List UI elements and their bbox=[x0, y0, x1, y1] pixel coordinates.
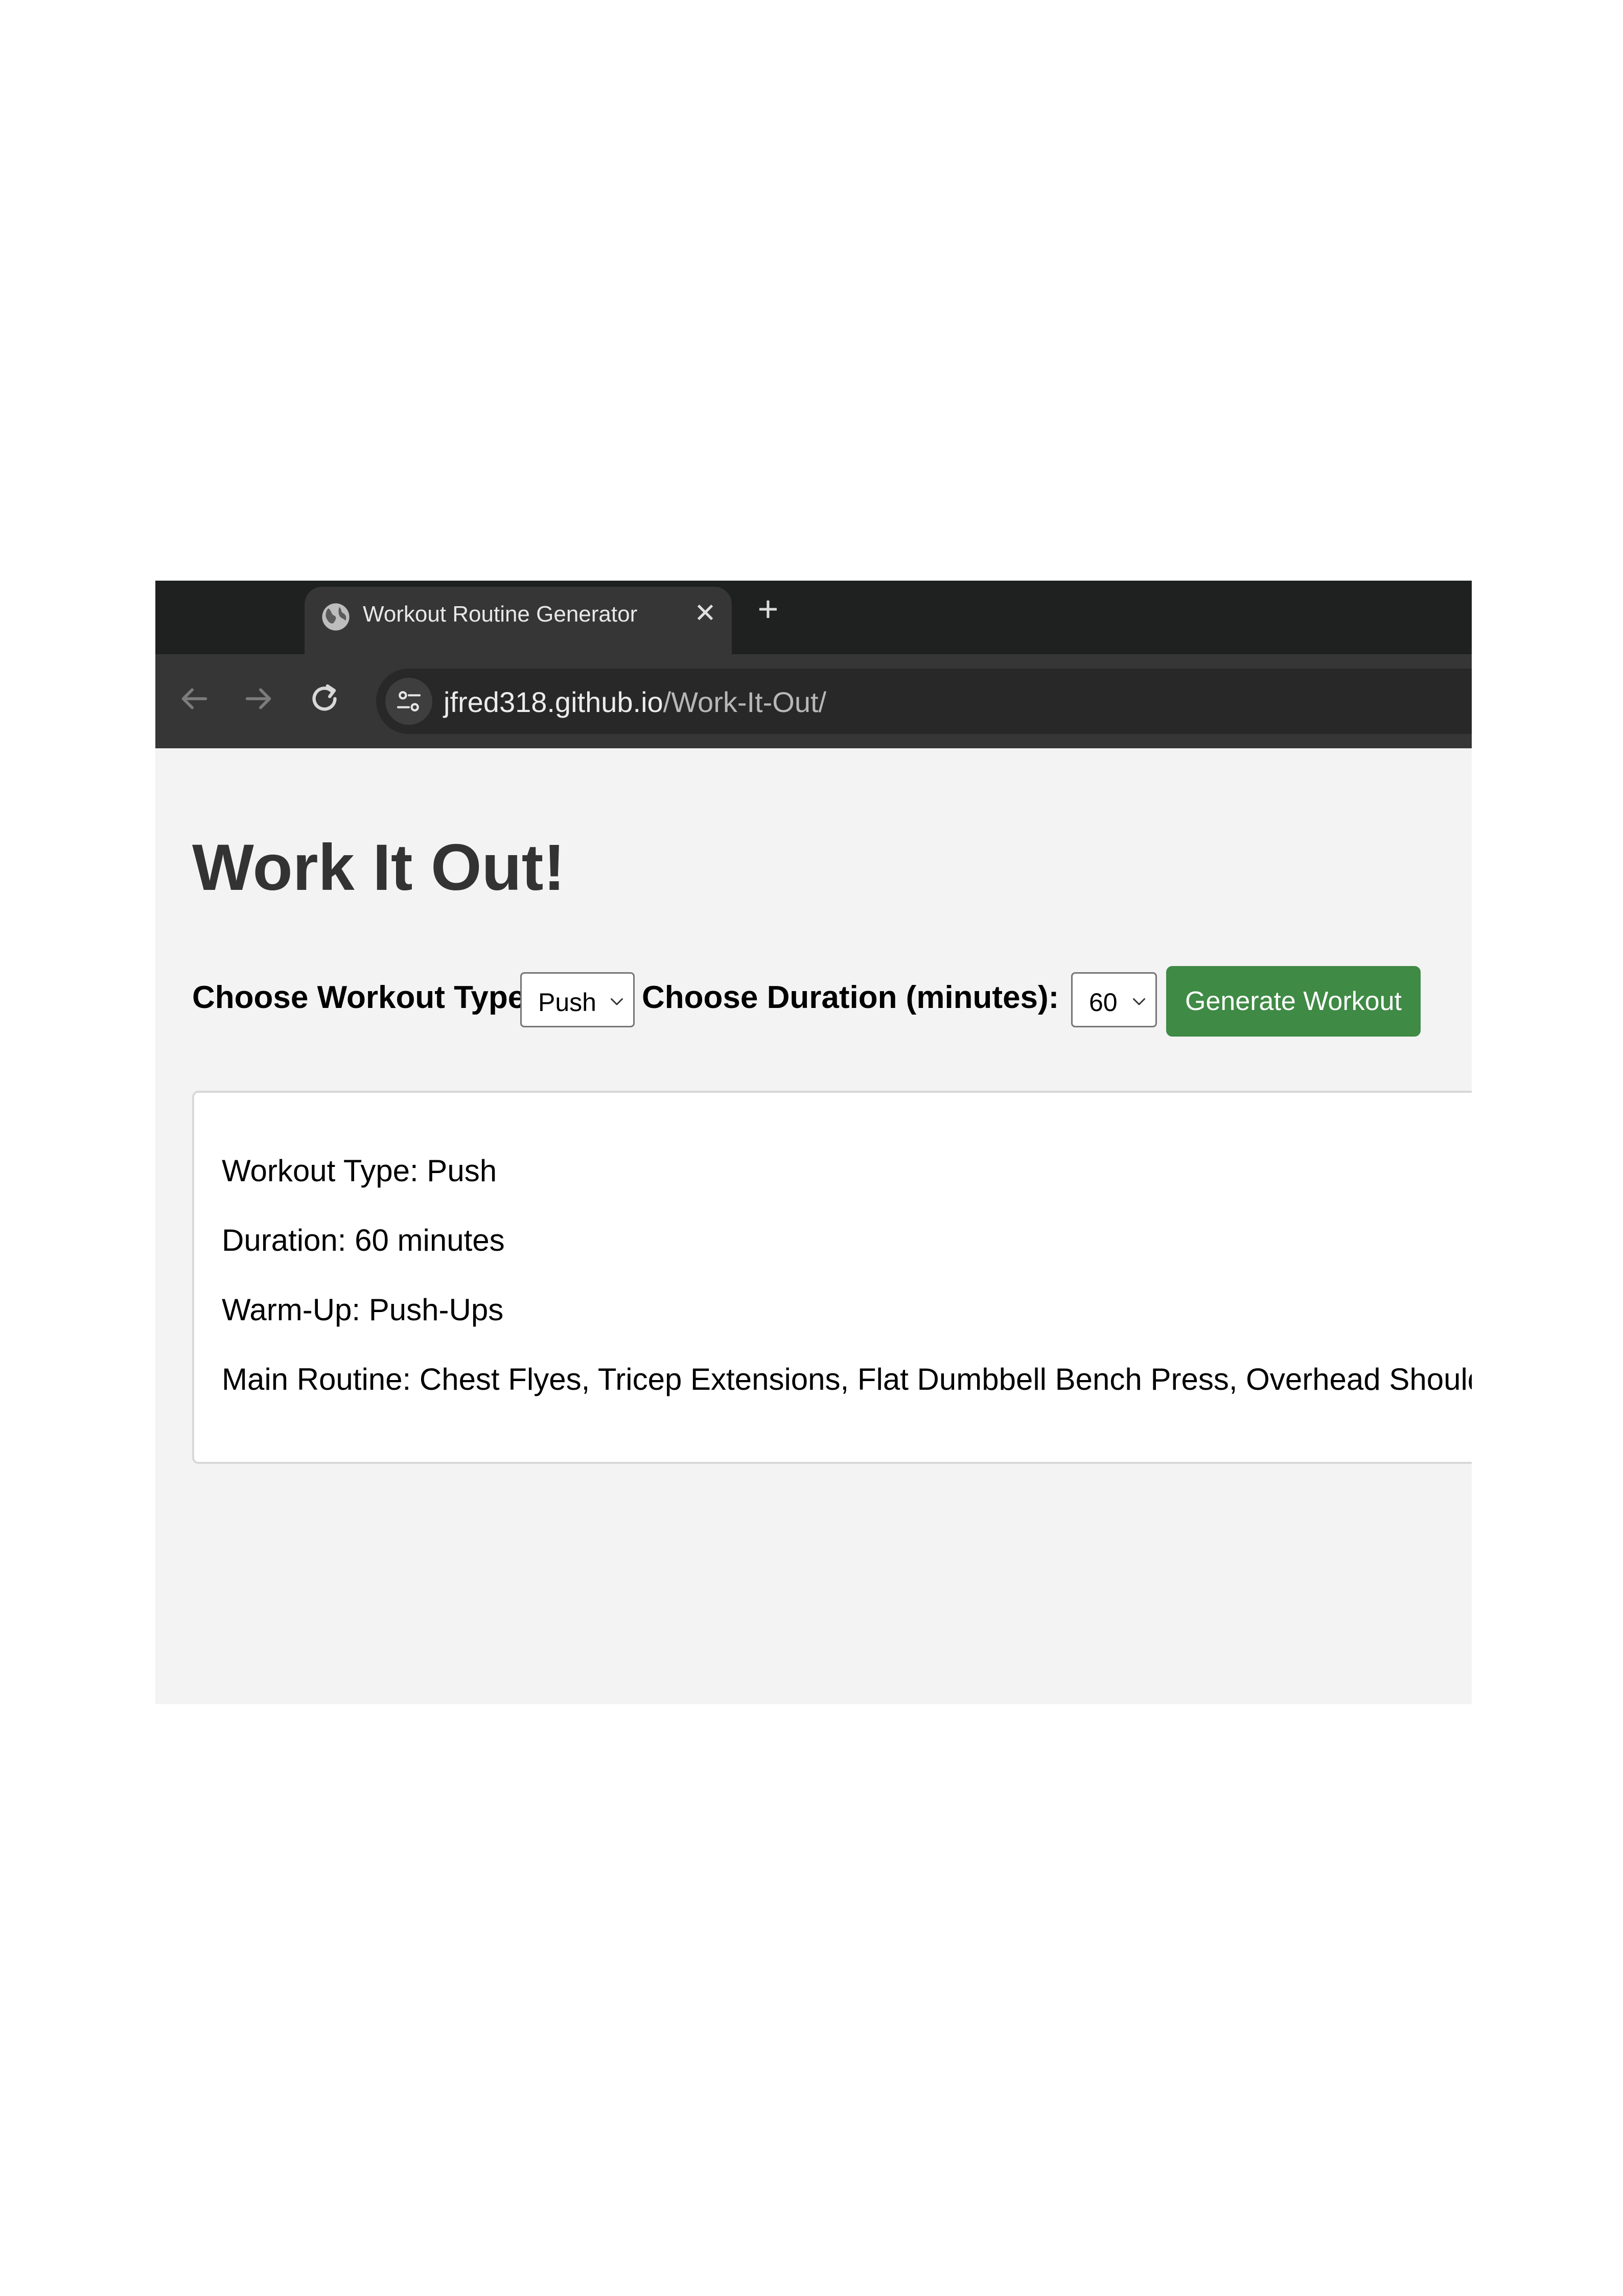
chevron-down-icon bbox=[608, 992, 626, 1013]
result-workout-type: Workout Type: Push bbox=[222, 1154, 497, 1188]
workout-form: Choose Workout Type: Push Choose Duratio… bbox=[192, 963, 1472, 1037]
reload-icon[interactable] bbox=[307, 681, 342, 717]
tab-title: Workout Routine Generator bbox=[363, 602, 638, 627]
page-content: Work It Out! Choose Workout Type: Push C… bbox=[155, 748, 1472, 1704]
workout-result-card: Workout Type: Push Duration: 60 minutes … bbox=[192, 1091, 1472, 1464]
url-text[interactable]: jfred318.github.io/Work-It-Out/ bbox=[444, 685, 826, 719]
result-warm-up: Warm-Up: Push-Ups bbox=[222, 1293, 504, 1327]
result-main-routine: Main Routine: Chest Flyes, Tricep Extens… bbox=[222, 1362, 1472, 1396]
duration-select[interactable]: 60 bbox=[1071, 972, 1157, 1027]
browser-window: Workout Routine Generator ✕ + jfred318.g bbox=[155, 581, 1472, 1704]
chevron-down-icon bbox=[1130, 992, 1148, 1013]
globe-icon bbox=[321, 602, 351, 632]
tab-close-icon[interactable]: ✕ bbox=[690, 598, 721, 629]
tab-strip: Workout Routine Generator ✕ + bbox=[155, 581, 1472, 658]
result-duration: Duration: 60 minutes bbox=[222, 1223, 505, 1257]
workout-type-select[interactable]: Push bbox=[520, 972, 635, 1027]
tab-workout-routine-generator[interactable]: Workout Routine Generator ✕ bbox=[305, 587, 732, 658]
browser-toolbar: jfred318.github.io/Work-It-Out/ bbox=[155, 654, 1472, 748]
url-path: /Work-It-Out/ bbox=[663, 686, 827, 718]
back-arrow-icon[interactable] bbox=[176, 681, 212, 717]
duration-label: Choose Duration (minutes): bbox=[642, 980, 1059, 1015]
address-bar[interactable]: jfred318.github.io/Work-It-Out/ bbox=[376, 669, 1472, 734]
generate-workout-button[interactable]: Generate Workout bbox=[1166, 966, 1421, 1037]
new-tab-button[interactable]: + bbox=[750, 591, 786, 627]
tune-icon[interactable] bbox=[385, 678, 432, 725]
workout-type-value: Push bbox=[538, 988, 596, 1017]
page-title: Work It Out! bbox=[192, 831, 565, 904]
url-host: jfred318.github.io bbox=[444, 686, 663, 718]
forward-arrow-icon[interactable] bbox=[241, 681, 277, 717]
workout-type-label: Choose Workout Type: bbox=[192, 980, 536, 1015]
duration-value: 60 bbox=[1089, 988, 1118, 1017]
